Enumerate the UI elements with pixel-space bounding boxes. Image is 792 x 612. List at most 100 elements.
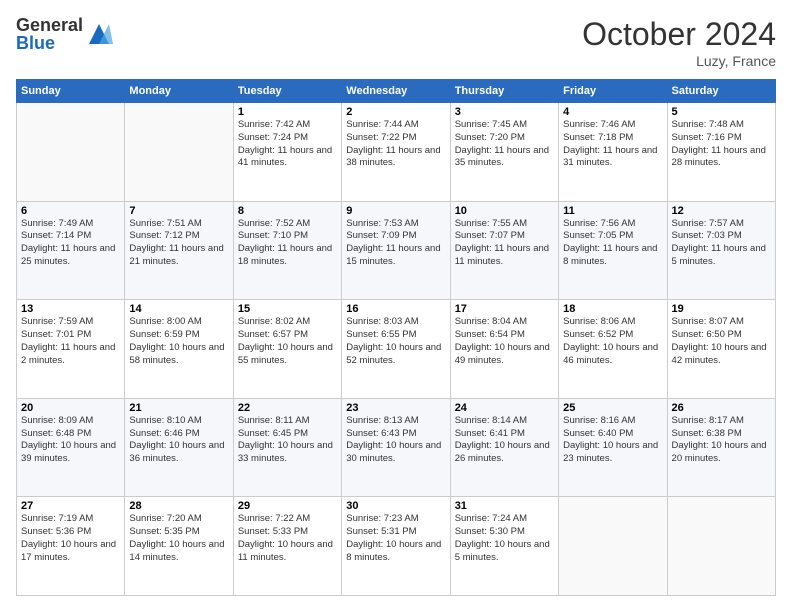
day-number: 22	[238, 402, 337, 414]
day-info: Sunrise: 8:11 AMSunset: 6:45 PMDaylight:…	[238, 415, 337, 466]
day-info: Sunrise: 7:20 AMSunset: 5:35 PMDaylight:…	[129, 513, 228, 564]
day-number: 21	[129, 402, 228, 414]
day-number: 1	[238, 106, 337, 118]
day-info: Sunrise: 7:19 AMSunset: 5:36 PMDaylight:…	[21, 513, 120, 564]
calendar-cell: 26Sunrise: 8:17 AMSunset: 6:38 PMDayligh…	[667, 398, 775, 497]
day-number: 7	[129, 205, 228, 217]
calendar-cell: 24Sunrise: 8:14 AMSunset: 6:41 PMDayligh…	[450, 398, 558, 497]
day-number: 12	[672, 205, 771, 217]
day-info: Sunrise: 8:02 AMSunset: 6:57 PMDaylight:…	[238, 316, 337, 367]
day-info: Sunrise: 7:55 AMSunset: 7:07 PMDaylight:…	[455, 218, 554, 269]
calendar-cell	[17, 103, 125, 202]
day-number: 26	[672, 402, 771, 414]
col-thursday: Thursday	[450, 80, 558, 103]
calendar-cell: 14Sunrise: 8:00 AMSunset: 6:59 PMDayligh…	[125, 300, 233, 399]
header: General Blue October 2024 Luzy, France	[16, 16, 776, 69]
day-info: Sunrise: 8:09 AMSunset: 6:48 PMDaylight:…	[21, 415, 120, 466]
day-info: Sunrise: 7:46 AMSunset: 7:18 PMDaylight:…	[563, 119, 662, 170]
calendar-cell: 21Sunrise: 8:10 AMSunset: 6:46 PMDayligh…	[125, 398, 233, 497]
logo: General Blue	[16, 16, 113, 52]
calendar-cell: 2Sunrise: 7:44 AMSunset: 7:22 PMDaylight…	[342, 103, 450, 202]
calendar-cell: 8Sunrise: 7:52 AMSunset: 7:10 PMDaylight…	[233, 201, 341, 300]
calendar-cell: 16Sunrise: 8:03 AMSunset: 6:55 PMDayligh…	[342, 300, 450, 399]
col-tuesday: Tuesday	[233, 80, 341, 103]
calendar-body: 1Sunrise: 7:42 AMSunset: 7:24 PMDaylight…	[17, 103, 776, 596]
day-info: Sunrise: 7:42 AMSunset: 7:24 PMDaylight:…	[238, 119, 337, 170]
col-wednesday: Wednesday	[342, 80, 450, 103]
day-number: 5	[672, 106, 771, 118]
col-sunday: Sunday	[17, 80, 125, 103]
day-number: 10	[455, 205, 554, 217]
day-info: Sunrise: 8:06 AMSunset: 6:52 PMDaylight:…	[563, 316, 662, 367]
logo-blue-text: Blue	[16, 34, 83, 52]
calendar-cell: 12Sunrise: 7:57 AMSunset: 7:03 PMDayligh…	[667, 201, 775, 300]
day-number: 23	[346, 402, 445, 414]
day-info: Sunrise: 8:13 AMSunset: 6:43 PMDaylight:…	[346, 415, 445, 466]
day-number: 29	[238, 500, 337, 512]
day-info: Sunrise: 7:57 AMSunset: 7:03 PMDaylight:…	[672, 218, 771, 269]
day-info: Sunrise: 8:04 AMSunset: 6:54 PMDaylight:…	[455, 316, 554, 367]
calendar-cell: 19Sunrise: 8:07 AMSunset: 6:50 PMDayligh…	[667, 300, 775, 399]
day-info: Sunrise: 7:51 AMSunset: 7:12 PMDaylight:…	[129, 218, 228, 269]
day-info: Sunrise: 8:16 AMSunset: 6:40 PMDaylight:…	[563, 415, 662, 466]
day-number: 31	[455, 500, 554, 512]
calendar-cell	[125, 103, 233, 202]
calendar-cell: 11Sunrise: 7:56 AMSunset: 7:05 PMDayligh…	[559, 201, 667, 300]
month-title: October 2024	[582, 16, 776, 53]
day-number: 17	[455, 303, 554, 315]
day-number: 16	[346, 303, 445, 315]
day-number: 6	[21, 205, 120, 217]
location: Luzy, France	[582, 53, 776, 69]
day-number: 2	[346, 106, 445, 118]
day-number: 19	[672, 303, 771, 315]
calendar-cell: 25Sunrise: 8:16 AMSunset: 6:40 PMDayligh…	[559, 398, 667, 497]
day-number: 13	[21, 303, 120, 315]
day-number: 28	[129, 500, 228, 512]
day-info: Sunrise: 8:10 AMSunset: 6:46 PMDaylight:…	[129, 415, 228, 466]
day-number: 27	[21, 500, 120, 512]
day-info: Sunrise: 7:48 AMSunset: 7:16 PMDaylight:…	[672, 119, 771, 170]
col-monday: Monday	[125, 80, 233, 103]
calendar-cell: 17Sunrise: 8:04 AMSunset: 6:54 PMDayligh…	[450, 300, 558, 399]
calendar-cell: 4Sunrise: 7:46 AMSunset: 7:18 PMDaylight…	[559, 103, 667, 202]
day-info: Sunrise: 7:56 AMSunset: 7:05 PMDaylight:…	[563, 218, 662, 269]
day-info: Sunrise: 7:44 AMSunset: 7:22 PMDaylight:…	[346, 119, 445, 170]
week-row-5: 27Sunrise: 7:19 AMSunset: 5:36 PMDayligh…	[17, 497, 776, 596]
day-number: 9	[346, 205, 445, 217]
calendar-cell: 13Sunrise: 7:59 AMSunset: 7:01 PMDayligh…	[17, 300, 125, 399]
day-info: Sunrise: 8:00 AMSunset: 6:59 PMDaylight:…	[129, 316, 228, 367]
day-info: Sunrise: 8:07 AMSunset: 6:50 PMDaylight:…	[672, 316, 771, 367]
calendar-cell: 31Sunrise: 7:24 AMSunset: 5:30 PMDayligh…	[450, 497, 558, 596]
day-number: 14	[129, 303, 228, 315]
day-info: Sunrise: 7:45 AMSunset: 7:20 PMDaylight:…	[455, 119, 554, 170]
calendar-cell: 5Sunrise: 7:48 AMSunset: 7:16 PMDaylight…	[667, 103, 775, 202]
day-info: Sunrise: 7:22 AMSunset: 5:33 PMDaylight:…	[238, 513, 337, 564]
day-number: 18	[563, 303, 662, 315]
day-info: Sunrise: 7:52 AMSunset: 7:10 PMDaylight:…	[238, 218, 337, 269]
day-info: Sunrise: 7:49 AMSunset: 7:14 PMDaylight:…	[21, 218, 120, 269]
calendar-cell	[667, 497, 775, 596]
calendar-cell: 20Sunrise: 8:09 AMSunset: 6:48 PMDayligh…	[17, 398, 125, 497]
day-info: Sunrise: 7:59 AMSunset: 7:01 PMDaylight:…	[21, 316, 120, 367]
day-info: Sunrise: 8:17 AMSunset: 6:38 PMDaylight:…	[672, 415, 771, 466]
week-row-1: 1Sunrise: 7:42 AMSunset: 7:24 PMDaylight…	[17, 103, 776, 202]
day-number: 20	[21, 402, 120, 414]
week-row-4: 20Sunrise: 8:09 AMSunset: 6:48 PMDayligh…	[17, 398, 776, 497]
day-number: 25	[563, 402, 662, 414]
calendar-cell: 23Sunrise: 8:13 AMSunset: 6:43 PMDayligh…	[342, 398, 450, 497]
calendar-cell: 18Sunrise: 8:06 AMSunset: 6:52 PMDayligh…	[559, 300, 667, 399]
day-info: Sunrise: 7:23 AMSunset: 5:31 PMDaylight:…	[346, 513, 445, 564]
calendar-cell: 9Sunrise: 7:53 AMSunset: 7:09 PMDaylight…	[342, 201, 450, 300]
calendar-table: Sunday Monday Tuesday Wednesday Thursday…	[16, 79, 776, 596]
calendar-cell: 7Sunrise: 7:51 AMSunset: 7:12 PMDaylight…	[125, 201, 233, 300]
calendar-cell: 6Sunrise: 7:49 AMSunset: 7:14 PMDaylight…	[17, 201, 125, 300]
day-number: 24	[455, 402, 554, 414]
title-block: October 2024 Luzy, France	[582, 16, 776, 69]
calendar-cell: 22Sunrise: 8:11 AMSunset: 6:45 PMDayligh…	[233, 398, 341, 497]
day-number: 4	[563, 106, 662, 118]
day-number: 8	[238, 205, 337, 217]
calendar-cell: 29Sunrise: 7:22 AMSunset: 5:33 PMDayligh…	[233, 497, 341, 596]
calendar-cell	[559, 497, 667, 596]
day-number: 3	[455, 106, 554, 118]
day-info: Sunrise: 8:03 AMSunset: 6:55 PMDaylight:…	[346, 316, 445, 367]
